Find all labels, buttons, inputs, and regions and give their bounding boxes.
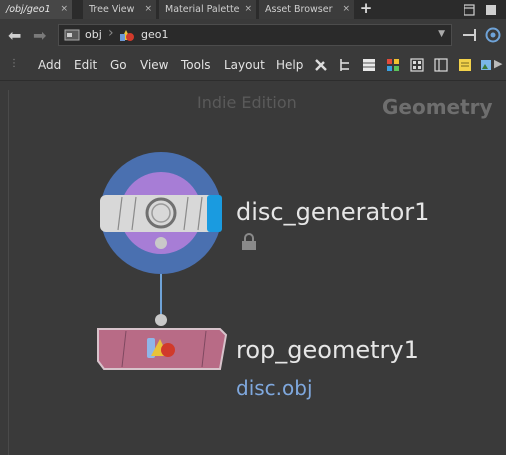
lock-icon[interactable]	[241, 233, 257, 251]
rop-geometry-node[interactable]	[96, 327, 228, 371]
disc-generator-node[interactable]	[100, 151, 224, 275]
node-name-disc-generator[interactable]: disc_generator1	[236, 198, 429, 226]
node-name-rop-geometry[interactable]: rop_geometry1	[236, 336, 419, 364]
input-connector[interactable]	[154, 313, 168, 327]
rop-output-file: disc.obj	[236, 376, 313, 400]
